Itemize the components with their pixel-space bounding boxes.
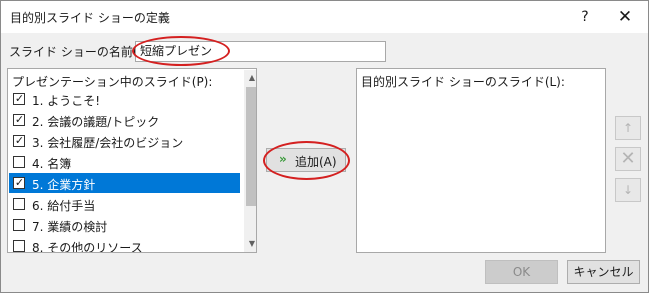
dialog-title: 目的別スライド ショーの定義 (10, 11, 170, 25)
slide-checkbox[interactable]: ✓ (13, 176, 25, 189)
slide-list-item[interactable]: 7. 業績の検討 (9, 215, 240, 235)
slide-title: 2. 会議の議題/トピック (32, 115, 160, 129)
slide-list-item[interactable]: ✓ 1. ようこそ! (9, 89, 240, 109)
slide-list-item[interactable]: ✓ 2. 会議の議題/トピック (9, 110, 240, 130)
slide-title: 4. 名簿 (32, 157, 72, 171)
ok-button[interactable]: OK (485, 260, 558, 284)
move-down-button[interactable]: ↓ (615, 178, 641, 202)
slide-checkbox[interactable]: ✓ (13, 113, 25, 126)
slide-list-item[interactable]: ✓ 3. 会社履歴/会社のビジョン (9, 131, 240, 151)
define-custom-show-dialog: 目的別スライド ショーの定義 ? ✕ スライド ショーの名前(N): 短縮プレゼ… (0, 0, 649, 293)
slide-list-item[interactable]: ✓ 5. 企業方針 (9, 173, 240, 193)
show-name-label: スライド ショーの名前(N): (9, 45, 156, 59)
add-button-label: 追加(A) (295, 155, 337, 169)
arrow-down-icon: ↓ (622, 183, 634, 197)
slide-checkbox[interactable] (13, 240, 25, 252)
checkmark-icon: ✓ (14, 92, 25, 105)
custom-show-slides-header: 目的別スライド ショーのスライド(L): (361, 75, 565, 89)
slide-checkbox[interactable]: ✓ (13, 92, 25, 105)
slide-list-item[interactable]: 4. 名簿 (9, 152, 240, 172)
remove-button[interactable]: ✕ (615, 147, 641, 171)
slide-checkbox[interactable] (13, 156, 25, 168)
presentation-slides-header: プレゼンテーション中のスライド(P): (12, 75, 213, 89)
slide-checkbox[interactable]: ✓ (13, 134, 25, 147)
slide-title: 8. その他のリソース (32, 241, 143, 253)
double-chevron-right-icon: » (279, 152, 287, 166)
move-up-button[interactable]: ↑ (615, 116, 641, 140)
checkmark-icon: ✓ (14, 113, 25, 126)
slide-list-item[interactable]: 8. その他のリソース (9, 236, 240, 253)
slide-title: 1. ようこそ! (32, 94, 101, 108)
checkmark-icon: ✓ (14, 176, 25, 189)
checkmark-icon: ✓ (14, 134, 25, 147)
presentation-slides-list[interactable]: プレゼンテーション中のスライド(P): ✓ 1. ようこそ! ✓ 2. 会議の議題/ト… (7, 68, 257, 253)
slide-title: 3. 会社履歴/会社のビジョン (32, 136, 184, 150)
scrollbar-thumb[interactable] (246, 87, 256, 206)
delete-x-icon: ✕ (620, 148, 636, 169)
cancel-button[interactable]: キャンセル (567, 260, 640, 284)
show-name-input[interactable]: 短縮プレゼン (135, 41, 386, 62)
help-button[interactable]: ? (575, 7, 595, 27)
slide-title: 5. 企業方針 (32, 178, 96, 192)
scroll-up-icon[interactable]: ▲ (244, 70, 256, 86)
slide-checkbox[interactable] (13, 219, 25, 231)
slide-title: 7. 業績の検討 (32, 220, 108, 234)
custom-show-slides-list[interactable]: 目的別スライド ショーのスライド(L): (356, 68, 606, 253)
scroll-down-icon[interactable]: ▼ (244, 236, 256, 252)
title-bar: 目的別スライド ショーの定義 ? ✕ (1, 1, 648, 33)
slide-title: 6. 給付手当 (32, 199, 96, 213)
close-icon[interactable]: ✕ (613, 6, 637, 28)
arrow-up-icon: ↑ (622, 121, 634, 135)
slide-list-item[interactable]: 6. 給付手当 (9, 194, 240, 214)
slide-checkbox[interactable] (13, 198, 25, 210)
add-button[interactable]: » 追加(A) (266, 148, 346, 172)
slides-scrollbar[interactable]: ▲ ▼ (244, 70, 256, 252)
